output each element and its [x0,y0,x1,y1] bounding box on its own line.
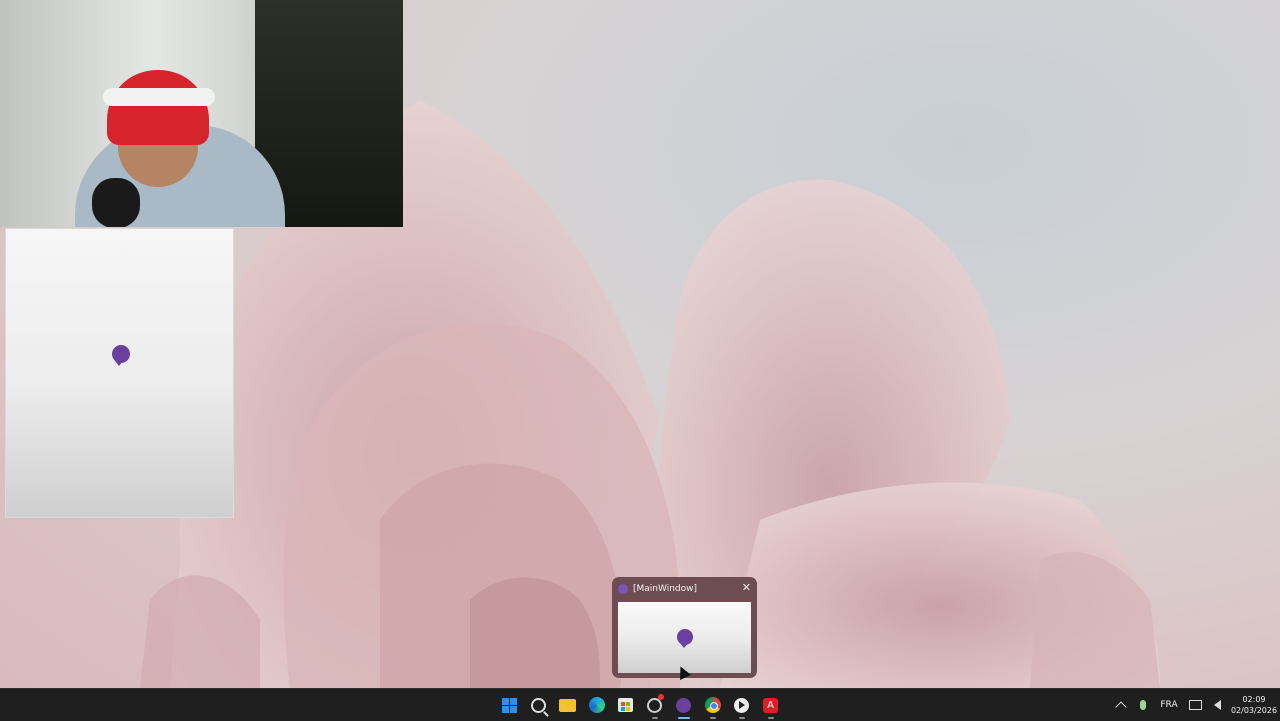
show-hidden-icons-button[interactable] [1110,699,1132,713]
volume-button[interactable] [1206,700,1228,710]
running-indicator [739,717,745,719]
running-indicator [768,717,774,719]
edge-browser-icon [588,697,605,713]
play-icon [734,697,749,713]
taskbar: A FRA 02:09 02/03/2026 [0,688,1280,721]
chat-bubble-icon [112,345,130,366]
thumbnail-title-bar: [MainWindow] [618,581,697,597]
microphone-status-button[interactable] [1132,700,1154,710]
system-tray: FRA 02:09 02/03/2026 [1110,689,1280,721]
chrome-icon [704,697,721,713]
network-icon [1188,700,1202,710]
acrobat-icon: A [763,697,778,713]
search-icon [531,697,546,713]
volume-icon [1213,700,1221,710]
search-button[interactable] [524,689,553,721]
language-indicator[interactable]: FRA [1154,700,1184,710]
file-explorer-button[interactable] [553,689,582,721]
chevron-up-icon [1115,701,1127,713]
folder-icon [559,698,576,712]
windows-logo-icon [502,697,517,713]
thumbnail-content[interactable] [618,602,751,673]
store-button[interactable] [611,689,640,721]
chat-bubble-icon [676,697,691,713]
main-app-button[interactable] [669,689,698,721]
chat-bubble-icon [677,629,693,648]
running-indicator [652,717,658,719]
app-main-window[interactable] [5,228,234,518]
obs-button[interactable] [640,689,669,721]
recording-badge [658,694,664,700]
microsoft-store-icon [618,698,633,712]
clock-date: 02/03/2026 [1230,706,1278,715]
microphone-icon [1140,700,1146,710]
clock-time: 02:09 [1242,695,1266,704]
clock[interactable]: 02:09 02/03/2026 [1228,694,1280,716]
active-indicator [678,717,690,719]
person-headphones [103,88,215,106]
start-button[interactable] [495,689,524,721]
acrobat-button[interactable]: A [756,689,785,721]
chat-bubble-icon [618,584,628,594]
chrome-button[interactable] [698,689,727,721]
network-button[interactable] [1184,700,1206,710]
close-icon[interactable]: ✕ [742,582,751,593]
media-player-button[interactable] [727,689,756,721]
taskbar-app-list: A [495,689,785,721]
taskbar-thumbnail-preview[interactable]: [MainWindow] ✕ [612,577,757,678]
edge-button[interactable] [582,689,611,721]
webcam-overlay [0,0,403,227]
microphone [92,178,140,227]
thumbnail-title: [MainWindow] [633,584,697,594]
running-indicator [710,717,716,719]
